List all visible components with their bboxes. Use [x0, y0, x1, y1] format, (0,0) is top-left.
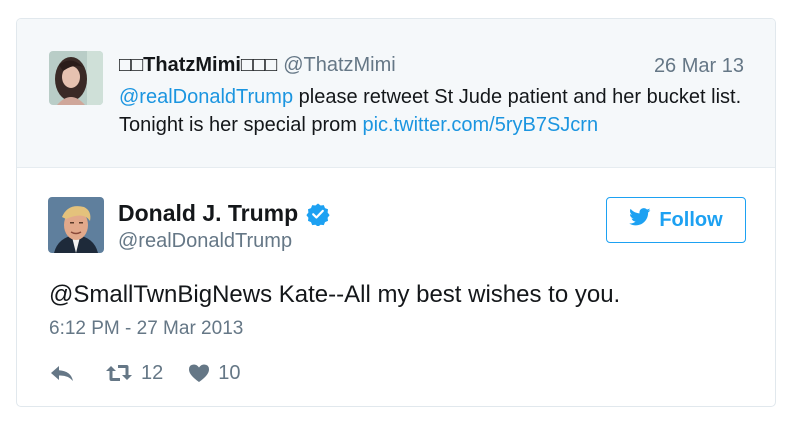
- media-link[interactable]: pic.twitter.com/5ryB7SJcrn: [362, 114, 598, 136]
- quoted-tweet[interactable]: □□ThatzMimi□□□ @ThatzMimi 26 Mar 13 @real…: [17, 19, 775, 168]
- author-name[interactable]: Donald J. Trump: [118, 200, 330, 227]
- quoted-tweet-header: □□ThatzMimi□□□ @ThatzMimi: [119, 52, 396, 78]
- follow-button[interactable]: Follow: [606, 197, 746, 243]
- mention-link[interactable]: @realDonaldTrump: [119, 86, 293, 108]
- retweet-icon: [105, 363, 133, 383]
- avatar-photo: [49, 51, 103, 105]
- follow-label: Follow: [659, 208, 723, 231]
- heart-icon: [188, 363, 210, 383]
- verified-badge-icon: [306, 202, 330, 227]
- retweet-button[interactable]: 12: [105, 362, 163, 385]
- twitter-bird-icon: [629, 208, 651, 232]
- author-name-text[interactable]: Donald J. Trump: [118, 200, 298, 227]
- tweet-timestamp[interactable]: 6:12 PM - 27 Mar 2013: [49, 318, 243, 340]
- reply-icon: [49, 363, 75, 383]
- avatar-photo: [48, 197, 104, 253]
- tweet-actions: 12 10: [49, 359, 241, 387]
- retweet-count: 12: [141, 361, 164, 384]
- like-button[interactable]: 10: [188, 361, 241, 385]
- quoted-author-handle[interactable]: @ThatzMimi: [283, 54, 396, 76]
- author-handle[interactable]: @realDonaldTrump: [118, 230, 292, 253]
- quoted-tweet-text: @realDonaldTrump please retweet St Jude …: [119, 83, 759, 139]
- tweet-text: @SmallTwnBigNews Kate--All my best wishe…: [49, 281, 621, 308]
- quoted-author-avatar[interactable]: [49, 51, 103, 105]
- quoted-tweet-date[interactable]: 26 Mar 13: [654, 55, 744, 78]
- author-avatar[interactable]: [48, 197, 104, 253]
- quoted-author-name[interactable]: □□ThatzMimi□□□: [119, 54, 277, 76]
- tweet-embed-card: □□ThatzMimi□□□ @ThatzMimi 26 Mar 13 @real…: [16, 18, 776, 407]
- reply-button[interactable]: [49, 363, 77, 383]
- like-count: 10: [218, 361, 241, 384]
